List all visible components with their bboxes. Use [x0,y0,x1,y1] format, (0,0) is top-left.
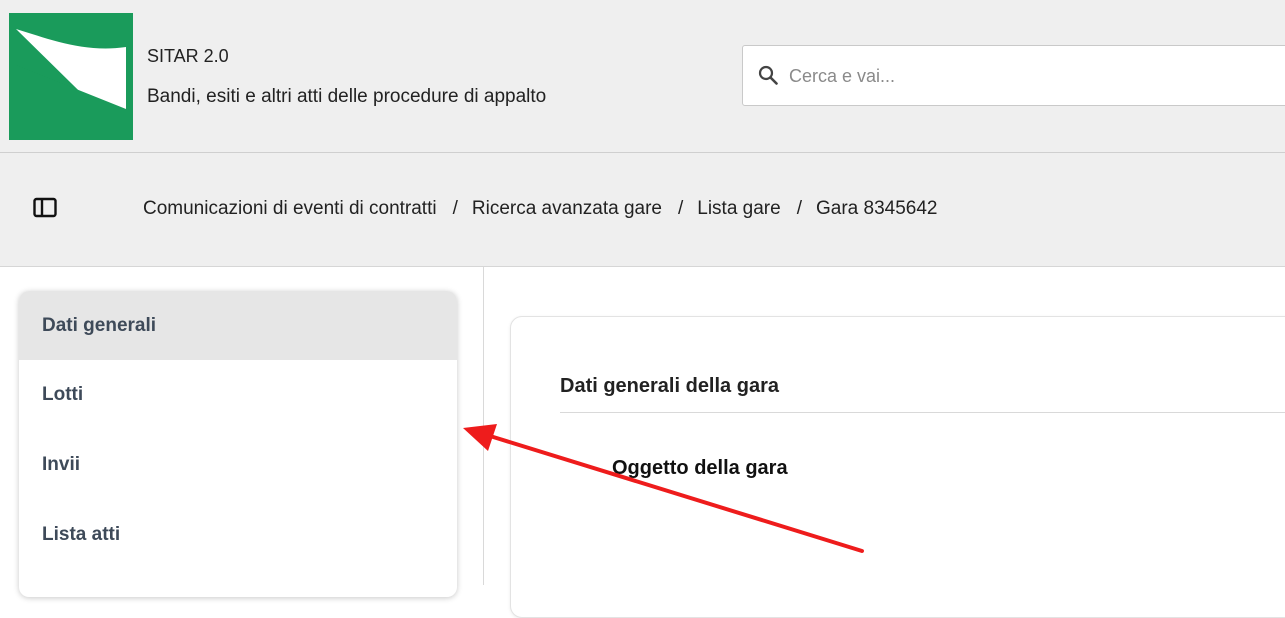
section-title: Dati generali della gara [560,375,779,397]
breadcrumb-separator: / [796,198,802,219]
side-nav: Dati generali Lotti Invii Lista atti [19,291,457,597]
side-nav-item-lotti[interactable]: Lotti [19,360,457,430]
region-logo-icon[interactable] [9,13,133,140]
app-subtitle: Bandi, esiti e altri atti delle procedur… [147,86,547,107]
breadcrumb-bar: Comunicazioni di eventi di contratti / Ric… [0,153,1285,267]
section-divider [560,412,1285,413]
app-title: SITAR 2.0 [147,46,229,66]
column-divider [483,267,484,585]
breadcrumb-item-ricerca-avanzata[interactable]: Ricerca avanzata gare [472,198,662,219]
side-nav-item-invii[interactable]: Invii [19,430,457,500]
search-icon [758,65,778,85]
breadcrumb-item-lista-gare[interactable]: Lista gare [697,198,780,219]
breadcrumb: Comunicazioni di eventi di contratti / Ric… [143,198,938,220]
details-card: Dati generali della gara Oggetto della g… [510,316,1285,618]
breadcrumb-item-gara: Gara 8345642 [816,198,938,219]
sidebar-toggle-icon[interactable] [33,197,57,219]
search-box[interactable] [742,45,1285,106]
side-nav-item-lista-atti[interactable]: Lista atti [19,500,457,570]
breadcrumb-separator: / [452,198,458,219]
app-header: SITAR 2.0 Bandi, esiti e altri atti dell… [0,0,1285,153]
breadcrumb-separator: / [677,198,684,219]
search-input[interactable] [789,62,1269,90]
side-nav-item-dati-generali[interactable]: Dati generali [19,291,457,360]
content-area: Dati generali Lotti Invii Lista atti Dat… [0,267,1285,618]
field-label-oggetto: Oggetto della gara [612,457,788,479]
breadcrumb-item-comunicazioni[interactable]: Comunicazioni di eventi di contratti [143,198,437,219]
